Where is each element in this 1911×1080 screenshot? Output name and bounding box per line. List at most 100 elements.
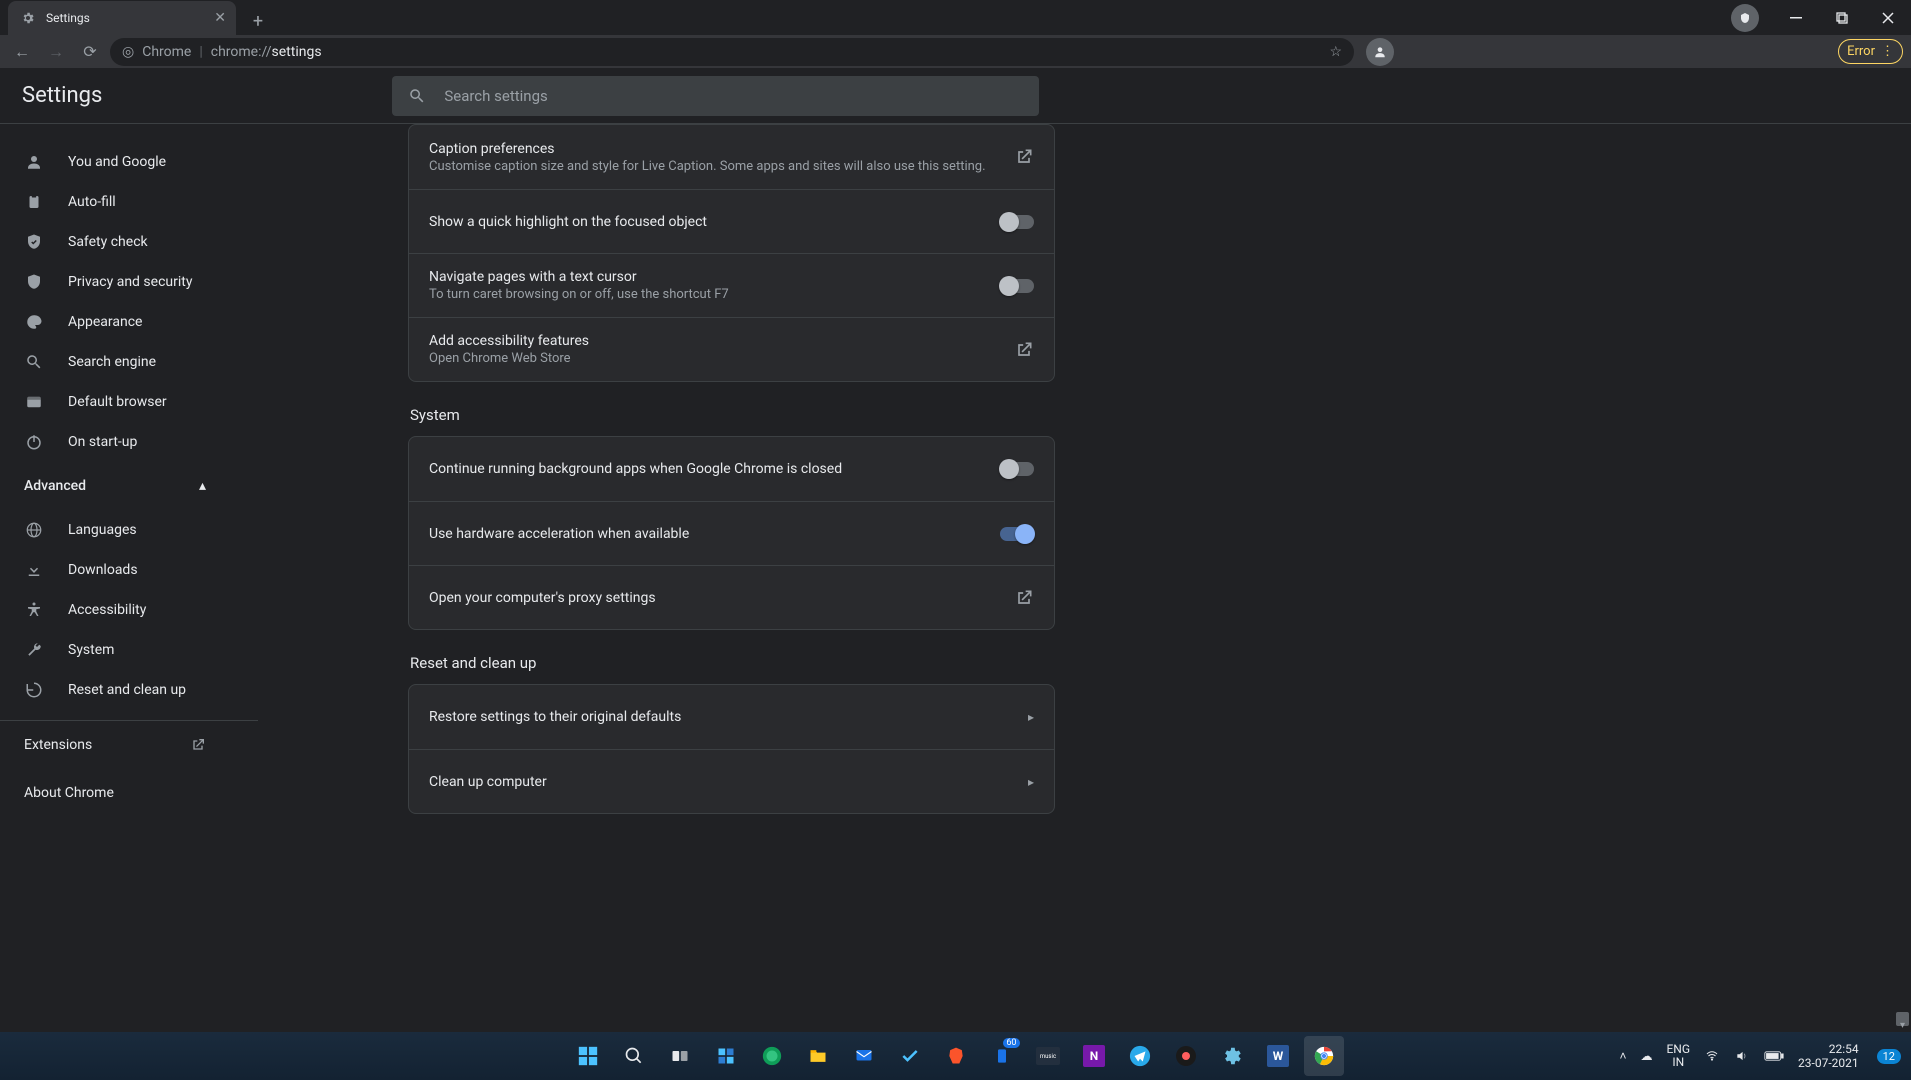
tray-onedrive-icon[interactable]: ☁ — [1640, 1049, 1652, 1063]
toggle-background-apps[interactable] — [1000, 462, 1034, 476]
tab-strip: Settings ✕ + — [0, 0, 1911, 35]
taskbar-phone-badge: 60 — [1003, 1038, 1019, 1048]
row-hardware-accel: Use hardware acceleration when available — [409, 501, 1054, 565]
taskbar-onenote-icon[interactable]: N — [1074, 1036, 1114, 1076]
row-add-accessibility-features[interactable]: Add accessibility features Open Chrome W… — [409, 317, 1054, 381]
extensions-toolbar-icon[interactable] — [1731, 4, 1759, 32]
sidebar-advanced-toggle[interactable]: Advanced ▴ — [0, 462, 230, 510]
toggle-hardware-accel[interactable] — [1000, 527, 1034, 541]
add-a11y-sub: Open Chrome Web Store — [429, 351, 589, 366]
row-proxy-settings[interactable]: Open your computer's proxy settings — [409, 565, 1054, 629]
restore-title: Restore settings to their original defau… — [429, 709, 681, 725]
browser-toolbar: ← → ⟳ ◎ Chrome | chrome://settings ☆ Err… — [0, 35, 1911, 68]
tab-close-icon[interactable]: ✕ — [214, 10, 226, 26]
taskbar-start-icon[interactable] — [568, 1036, 608, 1076]
row-caption-preferences[interactable]: Caption preferences Customise caption si… — [409, 125, 1054, 189]
page-title: Settings — [22, 83, 102, 108]
tray-battery-icon[interactable] — [1764, 1050, 1784, 1062]
address-bar[interactable]: ◎ Chrome | chrome://settings ☆ — [110, 38, 1354, 66]
sidebar-item-reset-and-clean-up[interactable]: Reset and clean up — [0, 670, 238, 710]
wrench-icon — [24, 641, 44, 659]
shield-icon — [24, 273, 44, 291]
taskbar-mail-icon[interactable] — [844, 1036, 884, 1076]
taskbar-todo-icon[interactable] — [890, 1036, 930, 1076]
nav-reload-button[interactable]: ⟳ — [76, 38, 104, 66]
sidebar-item-label: Downloads — [68, 562, 138, 578]
settings-search[interactable] — [392, 76, 1039, 116]
sidebar-item-appearance[interactable]: Appearance — [0, 302, 238, 342]
bookmark-star-icon[interactable]: ☆ — [1329, 44, 1342, 60]
sidebar-item-on-start-up[interactable]: On start-up — [0, 422, 238, 462]
settings-search-input[interactable] — [444, 87, 1023, 105]
profile-button[interactable] — [1366, 38, 1394, 66]
sidebar-item-label: Reset and clean up — [68, 682, 186, 698]
tray-wifi-icon[interactable] — [1704, 1050, 1720, 1062]
tray-language[interactable]: ENG IN — [1666, 1043, 1690, 1069]
open-external-icon[interactable] — [1014, 340, 1034, 360]
browser-chrome: Settings ✕ + ← → ⟳ ◎ Chrome | chrome://s… — [0, 0, 1911, 68]
window-maximize[interactable] — [1819, 2, 1865, 34]
sidebar-item-you-and-google[interactable]: You and Google — [0, 142, 238, 182]
taskbar-amazon-music-icon[interactable]: music — [1028, 1036, 1068, 1076]
sidebar-extensions-label: Extensions — [24, 737, 92, 753]
scrollbar-down-arrow[interactable]: ▾ — [1894, 1017, 1911, 1033]
window-close[interactable] — [1865, 2, 1911, 34]
url-scheme-label: Chrome — [142, 44, 191, 60]
sidebar-item-system[interactable]: System — [0, 630, 238, 670]
taskbar-pinned-apps: 60 music N W — [568, 1036, 1344, 1076]
toggle-quick-highlight[interactable] — [1000, 215, 1034, 229]
taskbar-edge-icon[interactable] — [752, 1036, 792, 1076]
sidebar-item-search-engine[interactable]: Search engine — [0, 342, 238, 382]
sidebar-item-languages[interactable]: Languages — [0, 510, 238, 550]
tray-overflow-icon[interactable]: ˄ — [1619, 1049, 1626, 1063]
content-scrollbar[interactable]: ▾ — [1894, 124, 1911, 1032]
taskbar-telegram-icon[interactable] — [1120, 1036, 1160, 1076]
toggle-caret-browsing[interactable] — [1000, 279, 1034, 293]
taskbar-brave-icon[interactable] — [936, 1036, 976, 1076]
taskbar-phone-icon[interactable]: 60 — [982, 1036, 1022, 1076]
sidebar-about-chrome[interactable]: About Chrome — [0, 769, 230, 817]
window-minimize[interactable] — [1773, 2, 1819, 34]
new-tab-button[interactable]: + — [244, 7, 272, 35]
taskbar-word-icon[interactable]: W — [1258, 1036, 1298, 1076]
open-external-icon[interactable] — [1014, 147, 1034, 167]
taskbar-widgets-icon[interactable] — [706, 1036, 746, 1076]
sidebar-item-accessibility[interactable]: Accessibility — [0, 590, 238, 630]
gear-icon — [18, 11, 38, 25]
accessibility-icon — [24, 601, 44, 619]
window-icon — [24, 393, 44, 411]
taskbar-settings-icon[interactable] — [1212, 1036, 1252, 1076]
taskbar-taskview-icon[interactable] — [660, 1036, 700, 1076]
nav-back-button[interactable]: ← — [8, 38, 36, 66]
clipboard-icon — [24, 193, 44, 211]
tray-volume-icon[interactable] — [1734, 1049, 1750, 1063]
caret-title: Navigate pages with a text cursor — [429, 269, 729, 285]
sidebar-item-safety-check[interactable]: Safety check — [0, 222, 238, 262]
sidebar-item-auto-fill[interactable]: Auto-fill — [0, 182, 238, 222]
sidebar-item-downloads[interactable]: Downloads — [0, 550, 238, 590]
sidebar-item-label: On start-up — [68, 434, 137, 450]
nav-forward-button[interactable]: → — [42, 38, 70, 66]
site-info-icon[interactable]: ◎ — [122, 44, 134, 60]
sidebar-extensions[interactable]: Extensions — [0, 721, 230, 769]
tray-notification-count[interactable]: 12 — [1877, 1049, 1901, 1064]
open-external-icon[interactable] — [1014, 588, 1034, 608]
tray-clock[interactable]: 22:54 23-07-2021 — [1798, 1042, 1859, 1070]
tab-settings[interactable]: Settings ✕ — [8, 1, 236, 35]
reset-card: Restore settings to their original defau… — [408, 684, 1055, 814]
taskbar-davinci-icon[interactable] — [1166, 1036, 1206, 1076]
row-clean-up-computer[interactable]: Clean up computer ▸ — [409, 749, 1054, 813]
accessibility-card: Caption preferences Customise caption si… — [408, 124, 1055, 382]
sidebar-item-label: Auto-fill — [68, 194, 116, 210]
url-path: settings — [272, 44, 322, 60]
row-restore-defaults[interactable]: Restore settings to their original defau… — [409, 685, 1054, 749]
sync-error-button[interactable]: Error ⋮ — [1838, 39, 1903, 64]
taskbar-explorer-icon[interactable] — [798, 1036, 838, 1076]
system-tray: ˄ ☁ ENG IN 22:54 23-07-2021 12 — [1619, 1042, 1901, 1070]
sidebar-item-label: Appearance — [68, 314, 142, 330]
taskbar-search-icon[interactable] — [614, 1036, 654, 1076]
taskbar-chrome-icon[interactable] — [1304, 1036, 1344, 1076]
sidebar-item-default-browser[interactable]: Default browser — [0, 382, 238, 422]
svg-text:music: music — [1039, 1053, 1055, 1060]
sidebar-item-privacy-and-security[interactable]: Privacy and security — [0, 262, 238, 302]
